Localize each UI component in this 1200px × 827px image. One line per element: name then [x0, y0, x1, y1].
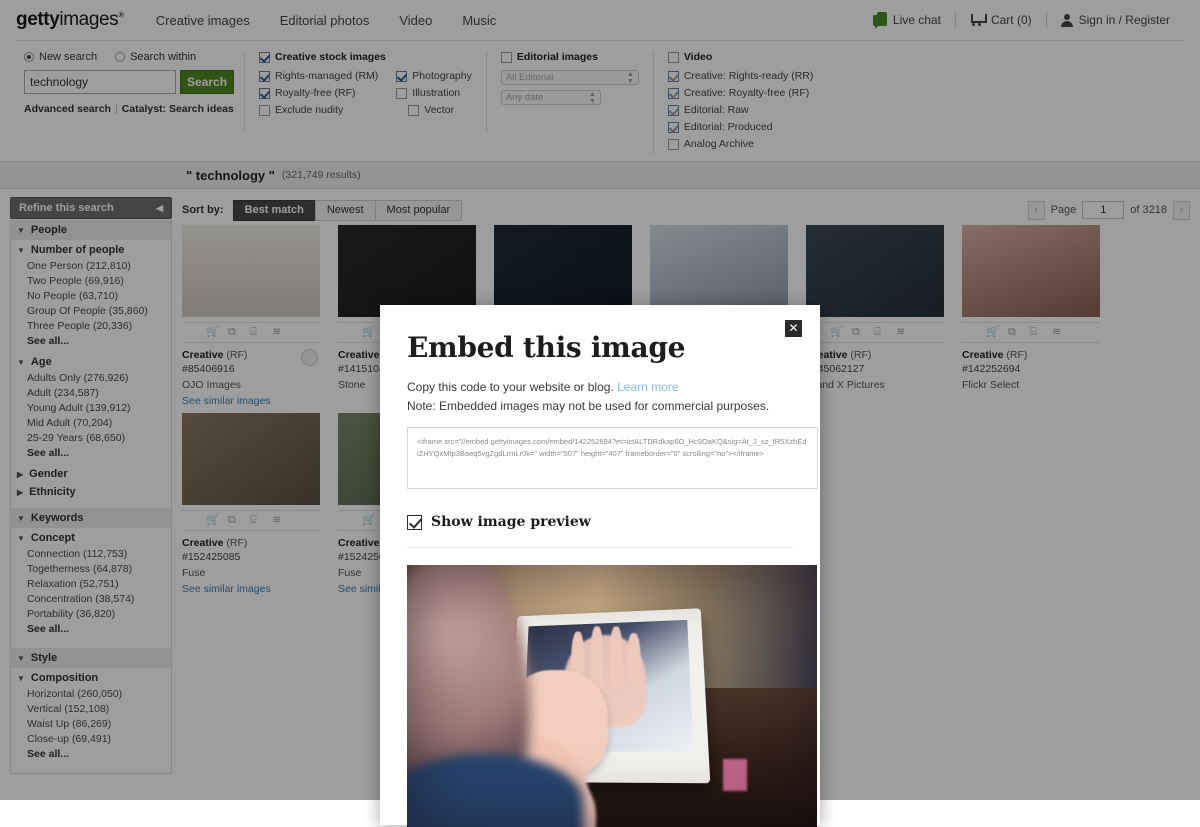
divider — [407, 547, 793, 549]
show-image-preview-checkbox[interactable] — [407, 514, 422, 530]
show-image-preview-row[interactable]: Show image preview — [407, 514, 793, 530]
dialog-instructions: Copy this code to your website or blog. … — [407, 378, 793, 415]
commercial-note: Note: Embedded images may not be used fo… — [407, 398, 770, 413]
learn-more-link[interactable]: Learn more — [617, 380, 678, 394]
embed-image-preview — [407, 565, 817, 827]
embed-code-textarea[interactable]: <iframe src="//embed.gettyimages.com/emb… — [407, 427, 818, 490]
preview-photo-illustration — [407, 565, 817, 827]
embed-this-image-dialog: ✕ Embed this image Copy this code to you… — [380, 305, 820, 827]
close-icon[interactable]: ✕ — [785, 320, 802, 337]
copy-instruction-text: Copy this code to your website or blog. — [407, 380, 614, 394]
dialog-title: Embed this image — [407, 331, 686, 364]
show-image-preview-label: Show image preview — [431, 514, 591, 531]
